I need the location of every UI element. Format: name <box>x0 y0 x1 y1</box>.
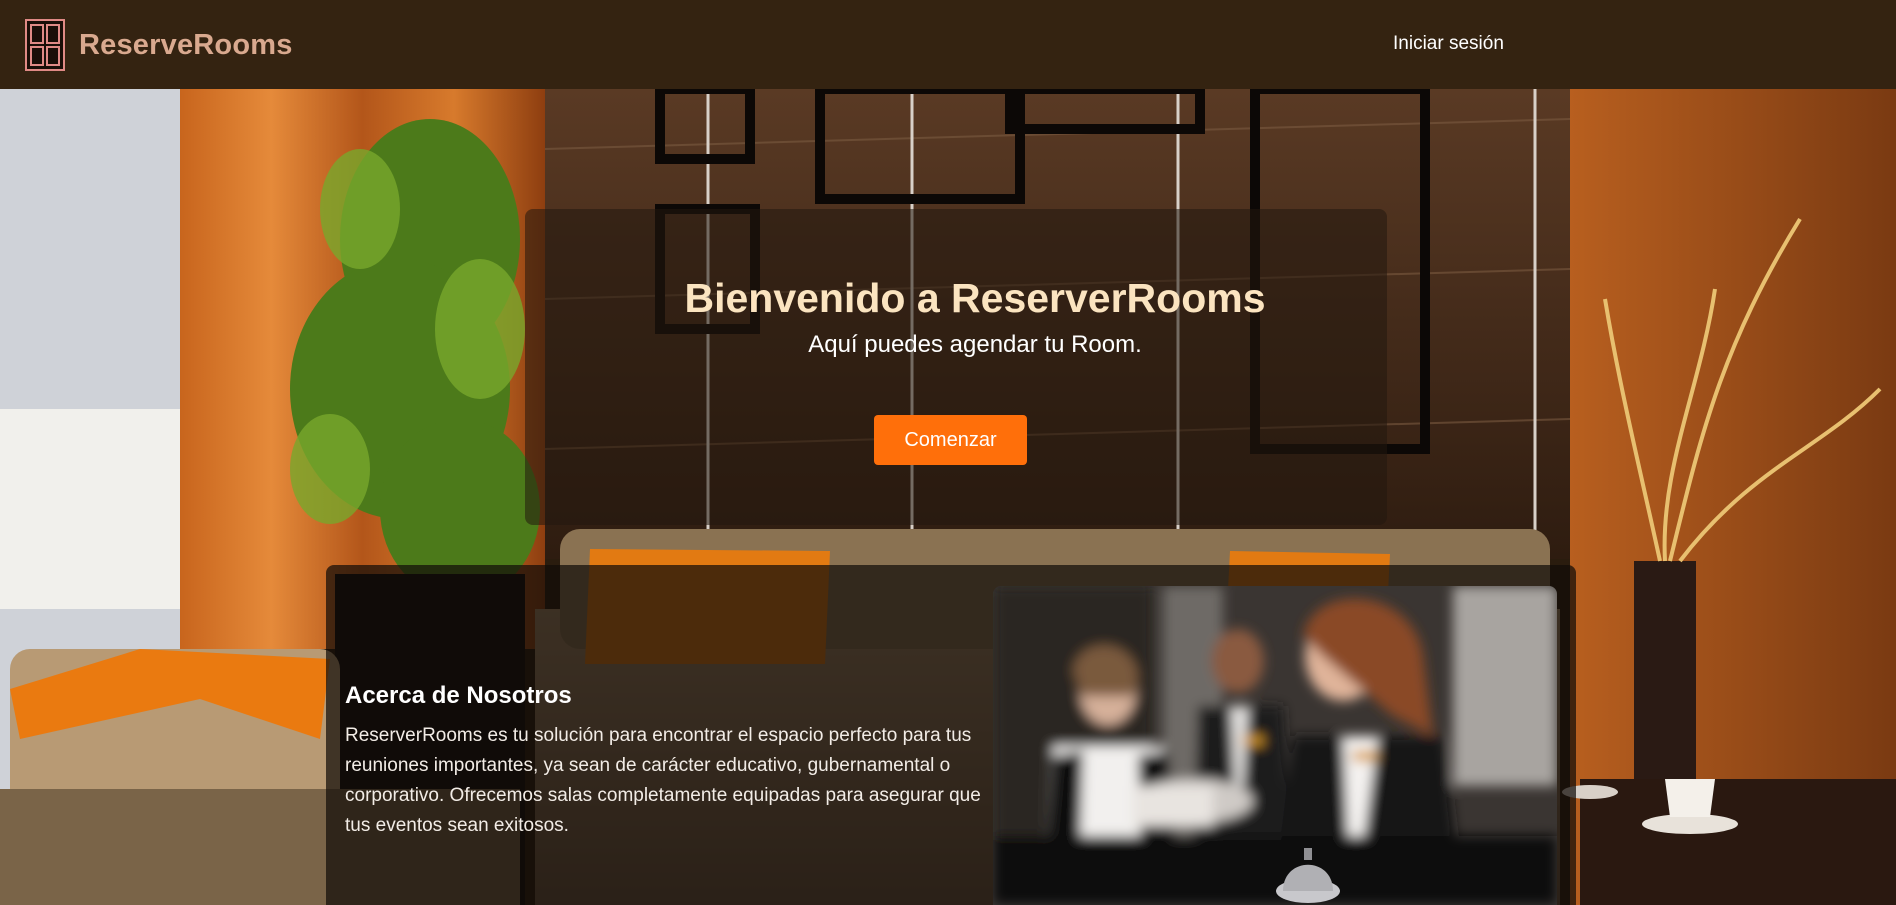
brand[interactable]: ReserveRooms <box>25 19 293 71</box>
about-title: Acerca de Nosotros <box>345 682 572 709</box>
about-description: ReserverRooms es tu solución para encont… <box>345 725 981 836</box>
welcome-card: Bienvenido a ReserverRooms Aquí puedes a… <box>525 209 1387 525</box>
start-button[interactable]: Comenzar <box>874 415 1027 465</box>
login-link[interactable]: Iniciar sesión <box>1393 33 1504 55</box>
door-icon <box>25 19 65 71</box>
brand-name: ReserveRooms <box>79 28 293 61</box>
about-section: Acerca de Nosotros ReserverRooms es tu s… <box>326 565 1576 905</box>
reception-staff-photo <box>993 586 1557 905</box>
hero-section: Bienvenido a ReserverRooms Aquí puedes a… <box>0 89 1896 905</box>
top-navbar: ReserveRooms Iniciar sesión <box>0 0 1896 89</box>
welcome-title: Bienvenido a ReserverRooms <box>684 275 1266 321</box>
welcome-subtitle: Aquí puedes agendar tu Room. <box>808 331 1142 358</box>
reception-staff-illustration <box>993 586 1557 905</box>
